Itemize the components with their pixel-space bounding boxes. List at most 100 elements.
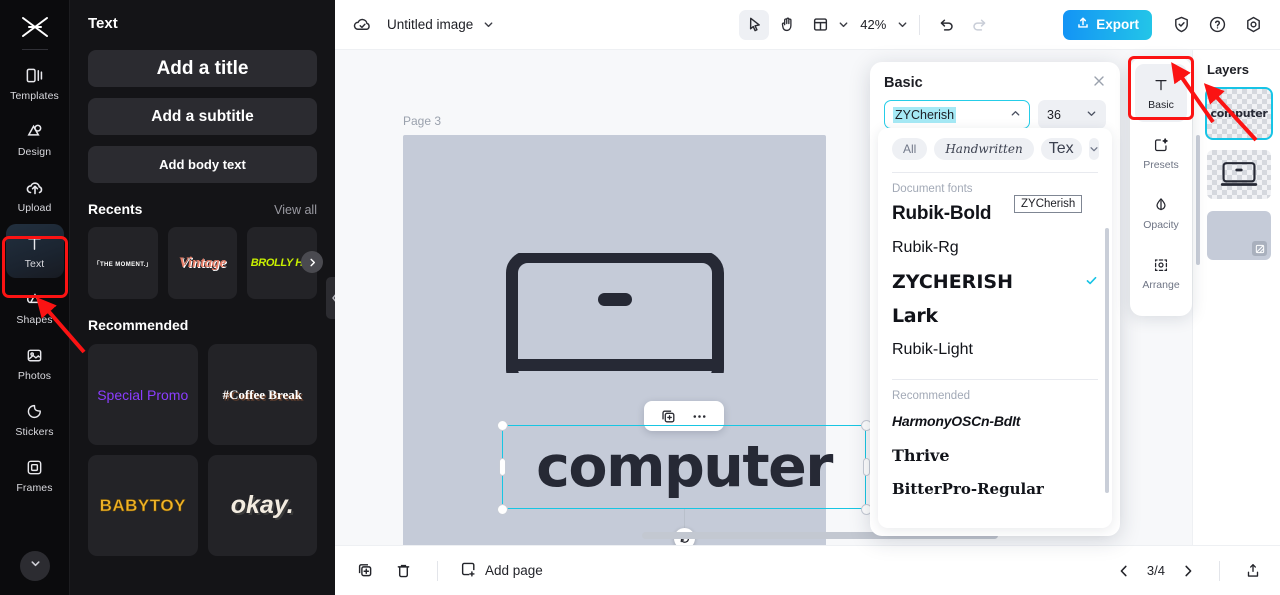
recents-view-all-link[interactable]: View all (274, 203, 317, 217)
panel-collapse-handle[interactable] (326, 277, 335, 319)
font-size-select[interactable]: 36 (1038, 100, 1106, 129)
font-option-thrive[interactable]: Thrive (892, 438, 1098, 472)
font-list-scrollbar[interactable] (1105, 228, 1109, 493)
recommended-item[interactable]: okay. (207, 455, 317, 556)
select-tool-button[interactable] (739, 9, 770, 40)
font-category-chips: All Handwritten Tex (892, 138, 1099, 160)
toolbar-divider (919, 14, 921, 35)
layer-item-text[interactable]: computer (1205, 87, 1273, 140)
duplicate-icon[interactable] (660, 408, 677, 425)
trash-icon[interactable] (391, 559, 415, 583)
horizontal-scrollbar[interactable] (335, 532, 1280, 539)
bottom-divider (437, 560, 438, 581)
stickers-icon (24, 401, 46, 423)
chip-tex[interactable]: Tex (1040, 138, 1082, 160)
capcut-logo-icon[interactable] (18, 14, 52, 40)
zoom-caret-icon[interactable] (897, 19, 908, 30)
font-option-zycherish[interactable]: ZYCHERISH (892, 265, 1098, 299)
font-family-select[interactable]: ZYCherish (884, 100, 1030, 129)
add-title-button[interactable]: Add a title (88, 50, 317, 87)
close-icon[interactable] (1092, 74, 1106, 92)
undo-button[interactable] (931, 10, 961, 40)
add-page-icon (460, 561, 477, 581)
add-body-text-button[interactable]: Add body text (88, 146, 317, 183)
font-name: Rubik-Light (892, 341, 973, 358)
font-option-rubik-light[interactable]: Rubik-Light (892, 333, 1098, 367)
recents-heading: Recents (88, 201, 143, 217)
resize-handle-right[interactable] (863, 458, 870, 476)
question-circle-icon[interactable] (1204, 12, 1230, 38)
resize-handle-tl[interactable] (497, 420, 508, 431)
recent-item[interactable]: 「THE MOMENT.」 (88, 227, 158, 299)
canvas-tools: 42% (739, 9, 994, 40)
laptop-illustration[interactable] (505, 251, 724, 391)
tab-arrange[interactable]: Arrange (1135, 244, 1187, 302)
layout-tool-button[interactable] (805, 10, 835, 40)
hand-tool-button[interactable] (772, 10, 802, 40)
document-title[interactable]: Untitled image (387, 17, 473, 32)
bottom-export-icon[interactable] (1244, 562, 1262, 580)
export-label: Export (1096, 17, 1139, 32)
duplicate-page-icon[interactable] (353, 559, 377, 583)
sidebar-item-text[interactable]: Text (5, 224, 64, 278)
sidebar-item-upload[interactable]: Upload (6, 168, 64, 222)
recommended-header: Recommended (88, 317, 317, 333)
gear-icon[interactable] (1240, 12, 1266, 38)
zoom-level[interactable]: 42% (860, 17, 886, 32)
recommended-label: Special Promo (97, 386, 189, 403)
add-subtitle-button[interactable]: Add a subtitle (88, 98, 317, 135)
recommended-label: okay. (230, 491, 294, 519)
recents-next-button[interactable] (301, 251, 323, 273)
sidebar-item-stickers[interactable]: Stickers (6, 392, 64, 446)
chip-all[interactable]: All (892, 138, 928, 160)
recommended-item[interactable]: Special Promo (88, 344, 198, 445)
sidebar-item-shapes[interactable]: Shapes (6, 280, 64, 334)
layout-caret-icon[interactable] (838, 19, 849, 30)
chips-expand-button[interactable] (1088, 138, 1099, 160)
add-page-button[interactable]: Add page (460, 561, 543, 581)
font-size-value: 36 (1047, 107, 1061, 122)
layer-thumb-label: computer (1210, 107, 1268, 120)
resize-handle-bl[interactable] (497, 504, 508, 515)
sidebar-item-photos[interactable]: Photos (6, 336, 64, 390)
layer-item-image[interactable] (1207, 150, 1271, 199)
sidebar-item-frames[interactable]: Frames (6, 448, 64, 502)
basic-panel-header: Basic (870, 62, 1120, 100)
prev-page-button[interactable] (1117, 564, 1131, 578)
font-option-lark[interactable]: Lark (892, 299, 1098, 333)
next-page-button[interactable] (1181, 564, 1195, 578)
presets-icon (1152, 135, 1170, 155)
recent-item[interactable]: Vintage (167, 227, 238, 299)
recommended-item[interactable]: #Coffee Break (207, 344, 317, 445)
tool-rail-scrollbar[interactable] (1196, 135, 1200, 265)
font-option-bitterpro-regular[interactable]: BitterPro-Regular (892, 472, 1098, 506)
cloud-saved-icon[interactable] (349, 12, 375, 38)
layer-item-background[interactable] (1207, 211, 1271, 260)
font-option-rubik-rg[interactable]: Rubik-Rg (892, 231, 1098, 265)
font-name: Rubik-Bold (892, 203, 992, 224)
page-indicator: 3/4 (1146, 563, 1165, 578)
recommended-item[interactable]: BABYTOY (88, 455, 198, 556)
sidebar-item-design[interactable]: Design (6, 112, 64, 166)
redo-button[interactable] (964, 10, 994, 40)
more-dots-icon[interactable] (691, 408, 708, 425)
upload-cloud-icon (24, 177, 46, 199)
tab-basic[interactable]: Basic (1135, 64, 1187, 122)
artboard[interactable]: computer (403, 135, 872, 545)
recommended-label: BABYTOY (99, 495, 186, 515)
sidebar-label: Stickers (15, 425, 54, 438)
tab-opacity[interactable]: Opacity (1135, 184, 1187, 242)
app-root: Templates Design Upload Text Shapes Phot… (0, 0, 1280, 595)
font-option-harmonyoscn-bdit[interactable]: HarmonyOSCn-BdIt (892, 404, 1098, 438)
export-button[interactable]: Export (1063, 9, 1152, 40)
tab-presets[interactable]: Presets (1135, 124, 1187, 182)
photos-icon (24, 345, 46, 367)
sidebar-item-templates[interactable]: Templates (6, 56, 64, 110)
document-title-caret-icon[interactable] (483, 19, 494, 30)
font-list-container: All Handwritten Tex Document fonts Rubik… (878, 128, 1112, 528)
chip-handwritten[interactable]: Handwritten (934, 138, 1034, 160)
resize-handle-left[interactable] (499, 458, 506, 476)
rail-collapse-button[interactable] (20, 551, 50, 581)
sidebar-label: Shapes (16, 313, 53, 326)
shield-icon[interactable] (1168, 12, 1194, 38)
